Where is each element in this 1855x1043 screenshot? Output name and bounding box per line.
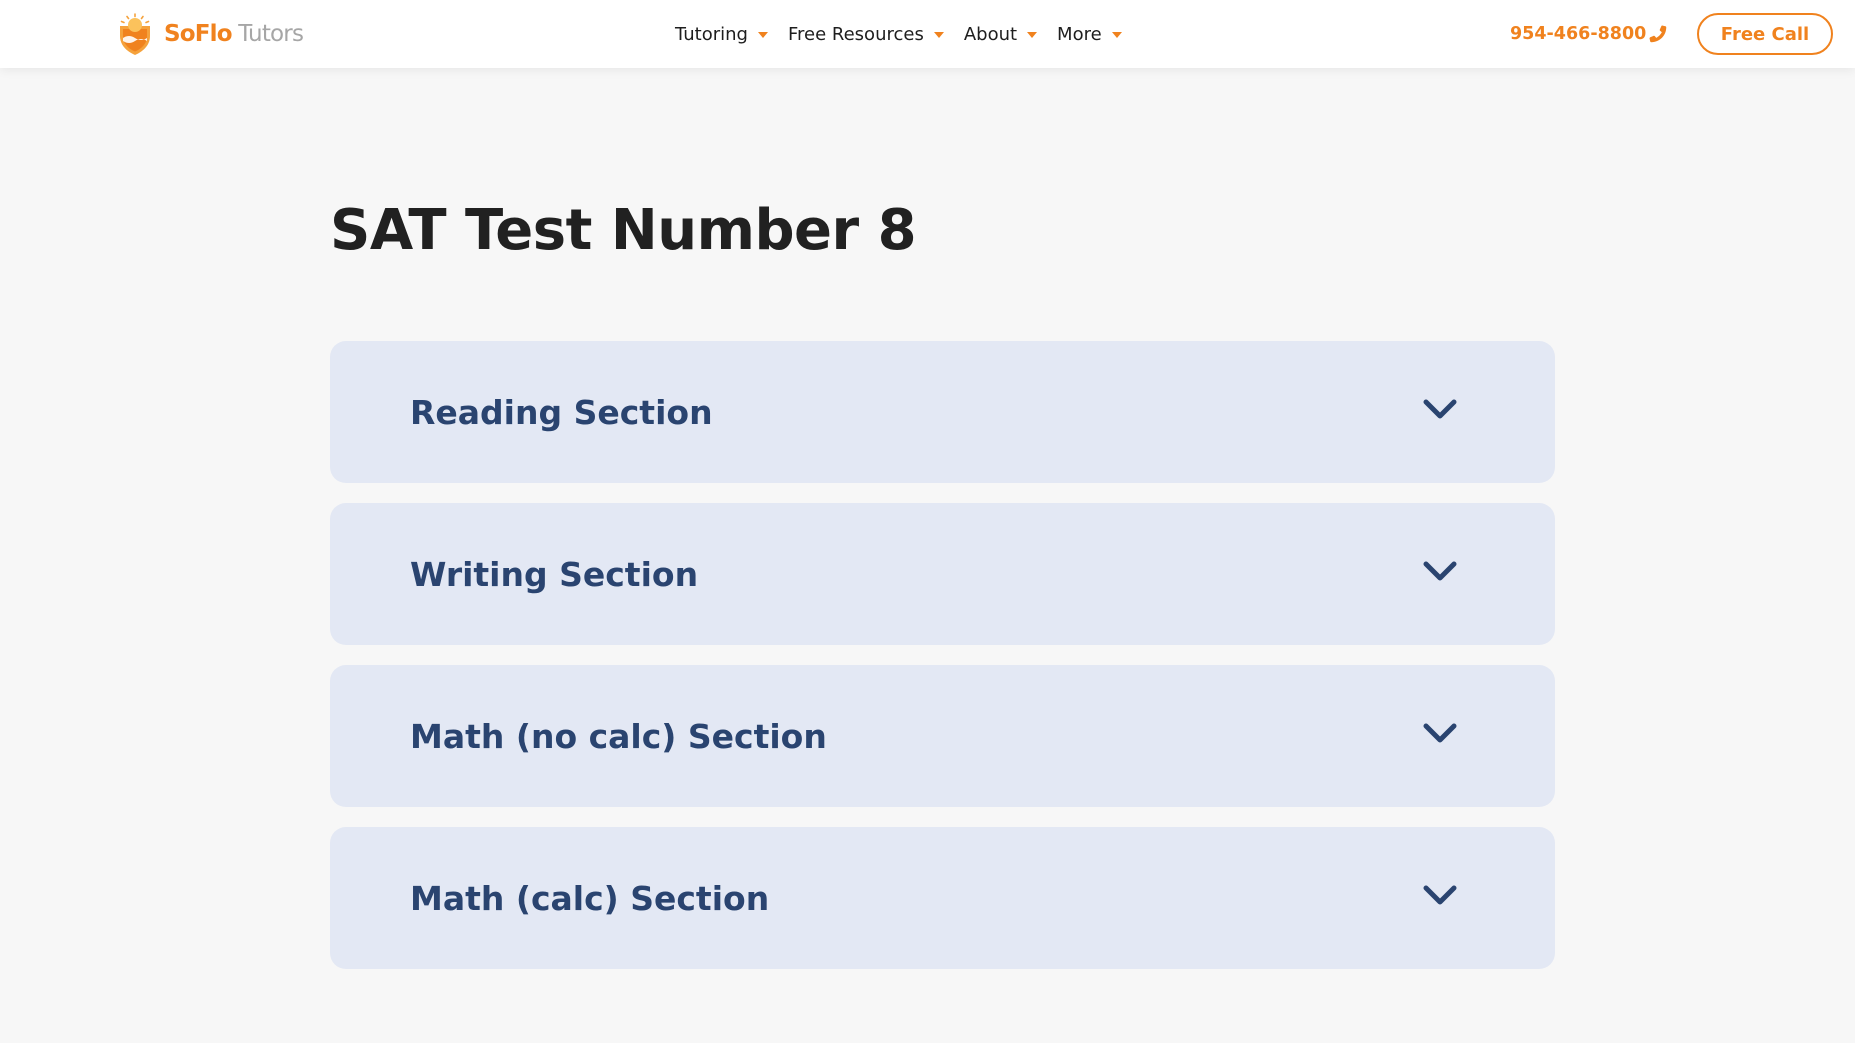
logo-brand-secondary: Tutors (238, 20, 304, 47)
accordion-item-math-no-calc[interactable]: Math (no calc) Section (330, 665, 1555, 807)
nav-item-label: About (963, 23, 1018, 45)
accordion-item-title: Reading Section (410, 392, 713, 432)
page-title: SAT Test Number 8 (330, 198, 917, 263)
nav-item-label: Tutoring (675, 23, 748, 45)
chevron-down-icon (757, 32, 768, 38)
site-header: SoFlo Tutors Tutoring Free Resources Abo… (0, 0, 1855, 68)
accordion-item-title: Math (no calc) Section (410, 716, 827, 756)
sun-shield-logo-icon (120, 13, 150, 55)
logo-wordmark: SoFlo Tutors (164, 20, 304, 47)
chevron-down-icon (1423, 885, 1457, 905)
nav-item-label: Free Resources (787, 23, 924, 45)
free-call-button[interactable]: Free Call (1697, 13, 1833, 55)
site-logo[interactable]: SoFlo Tutors (114, 13, 304, 55)
chevron-down-icon (1423, 399, 1457, 419)
main-nav: Tutoring Free Resources About More (675, 0, 1142, 68)
chevron-down-icon (1111, 32, 1122, 38)
phone-icon (1649, 25, 1667, 43)
accordion-item-math-calc[interactable]: Math (calc) Section (330, 827, 1555, 969)
accordion-item-title: Math (calc) Section (410, 878, 770, 918)
nav-item-free-resources[interactable]: Free Resources (788, 24, 944, 45)
nav-item-label: More (1057, 23, 1102, 45)
logo-brand-primary: SoFlo (164, 20, 233, 47)
chevron-down-icon (933, 32, 944, 38)
nav-item-more[interactable]: More (1057, 24, 1122, 45)
chevron-down-icon (1423, 723, 1457, 743)
accordion-item-title: Writing Section (410, 554, 699, 594)
phone-number: 954-466-8800 (1510, 24, 1647, 44)
nav-item-about[interactable]: About (963, 23, 1038, 45)
nav-item-tutoring[interactable]: Tutoring (675, 24, 768, 45)
accordion-item-writing[interactable]: Writing Section (330, 503, 1555, 645)
accordion-item-reading[interactable]: Reading Section (330, 341, 1555, 483)
section-accordion: Reading Section Writing Section Math (no… (330, 341, 1555, 989)
chevron-down-icon (1423, 561, 1457, 581)
phone-link[interactable]: 954-466-8800 (1510, 0, 1669, 68)
chevron-down-icon (1027, 32, 1038, 38)
